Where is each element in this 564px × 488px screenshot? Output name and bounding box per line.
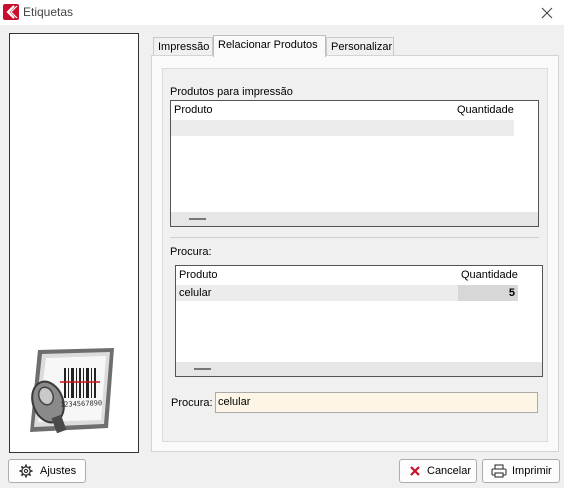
tab-label: Impressão [158,41,210,53]
print-products-label: Produtos para impressão [170,86,293,98]
print-button-label: Imprimir [512,465,552,477]
tab-impressao[interactable]: Impressão [153,37,213,56]
title-bar: Etiquetas [0,0,564,25]
barcode-label-graphic [30,348,114,434]
barcode-number: 1234567890 [59,399,103,409]
cell-quantity-value: 5 [508,287,515,299]
settings-button-label: Ajustes [40,465,77,477]
column-header-quantidade[interactable]: Quantidade [461,269,518,281]
tab-label: Personalizar [331,41,393,53]
column-header-produto[interactable]: Produto [174,104,213,116]
cell-quantity[interactable]: 5 [458,285,518,301]
grid-header: Produto Quantidade [171,101,538,118]
cancel-button-label: Cancelar [427,465,472,477]
table-row[interactable]: celular 5 [176,285,518,301]
horizontal-scrollbar[interactable] [171,212,538,226]
cancel-button[interactable]: Cancelar [399,459,477,483]
printer-icon [491,464,507,478]
print-button[interactable]: Imprimir [482,459,560,483]
cell-product: celular [179,287,212,299]
tab-relacionar-produtos[interactable]: Relacionar Produtos [213,35,326,57]
tab-label: Relacionar Produtos [218,39,318,51]
search-input[interactable]: celular [215,392,538,413]
horizontal-scrollbar[interactable] [176,362,542,376]
column-header-produto[interactable]: Produto [179,269,218,281]
x-icon [410,466,420,476]
search-results-grid[interactable]: Produto Quantidade celular 5 [175,265,543,377]
scrollbar-thumb[interactable] [194,368,211,370]
section-divider [170,237,539,238]
tab-personalizar[interactable]: Personalizar [326,37,394,56]
scrollbar-thumb[interactable] [189,218,206,220]
print-products-grid[interactable]: Produto Quantidade [170,100,539,227]
close-button[interactable] [530,0,564,25]
preview-panel: 1234567890 [9,33,139,453]
window-title: Etiquetas [23,5,74,19]
grid-header: Produto Quantidade [176,266,542,283]
gear-icon [19,464,33,478]
settings-button[interactable]: Ajustes [8,459,86,483]
search-results-label: Procura: [170,246,212,258]
search-label: Procura: [171,397,213,409]
empty-row[interactable] [171,120,514,136]
tag-logo-icon [3,4,19,20]
column-header-quantidade[interactable]: Quantidade [457,104,514,116]
close-icon [541,7,553,19]
